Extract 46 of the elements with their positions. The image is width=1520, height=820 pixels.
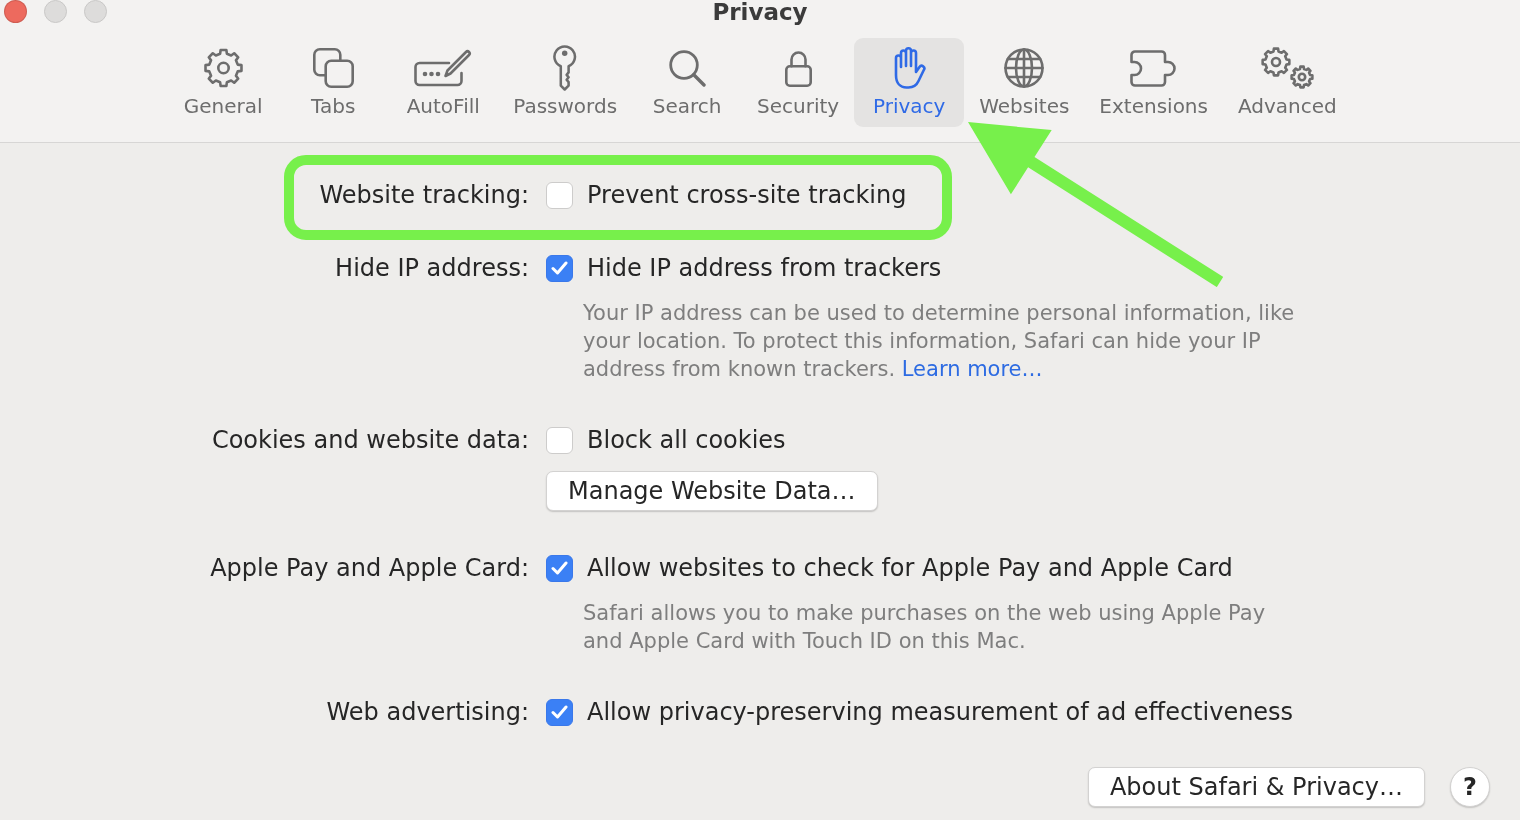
preferences-tab[interactable]: Extensions [1084,38,1223,118]
preferences-tab[interactable]: AutoFill [388,38,499,118]
lock-icon [784,49,812,87]
about-privacy-button[interactable]: About Safari & Privacy… [1087,767,1425,807]
window-title: Privacy [712,0,808,24]
learn-more-link[interactable]: Learn more… [901,357,1043,381]
preferences-tab[interactable]: Advanced [1222,38,1352,118]
help-button[interactable]: ? [1450,767,1490,807]
checkbox-label[interactable]: Hide IP address from trackers [587,254,942,282]
checkbox-label[interactable]: Prevent cross-site tracking [587,181,907,209]
preferences-tab[interactable]: Websites [964,38,1085,118]
checkmark-icon [551,561,568,575]
preferences-tab[interactable]: Security [742,38,855,118]
setting-label: Web advertising: [326,698,529,726]
checkbox[interactable] [546,254,573,282]
preferences-tab[interactable]: Passwords [498,38,633,118]
checkbox-label[interactable]: Allow privacy-preserving measurement of ad effectiveness [587,698,1294,726]
search-icon [668,49,706,87]
setting-label: Website tracking: [319,181,529,209]
setting-description: Your IP address can be used to determine personal information, like your location. To protect this information, Safari can hide your IP address from known trackers. Learn more… [582,300,1296,383]
gear-icon [202,48,244,88]
text-field-pen-icon [414,49,473,87]
checkbox[interactable] [546,181,573,209]
hand-icon [892,47,926,89]
setting-label: Hide IP address: [335,254,529,282]
preferences-tab[interactable]: Search [632,38,743,118]
checkbox[interactable] [546,554,573,582]
overlapping-squares-icon [312,48,354,88]
checkbox-label[interactable]: Block all cookies [587,426,786,454]
preferences-tab[interactable]: Privacy [854,38,965,127]
checkbox[interactable] [546,426,573,454]
checkmark-icon [551,261,568,275]
checkbox-label[interactable]: Allow websites to check for Apple Pay and Apple Card [587,554,1233,582]
key-icon [552,45,578,91]
checkmark-icon [551,705,568,719]
gears-icon [1260,47,1314,89]
manage-data-button[interactable]: Manage Website Data… [546,471,878,511]
preferences-tab[interactable]: Tabs [278,38,389,118]
checkbox[interactable] [546,698,573,726]
globe-icon [1004,48,1045,88]
setting-description: Safari allows you to make purchases on the web using Apple Pay and Apple Card with Touch ID on this Mac. [582,600,1267,655]
close-button[interactable] [4,0,27,23]
setting-label: Apple Pay and Apple Card: [210,554,529,582]
puzzle-piece-icon [1130,49,1178,87]
setting-label: Cookies and website data: [211,426,529,454]
preferences-tab[interactable]: General [168,38,279,118]
